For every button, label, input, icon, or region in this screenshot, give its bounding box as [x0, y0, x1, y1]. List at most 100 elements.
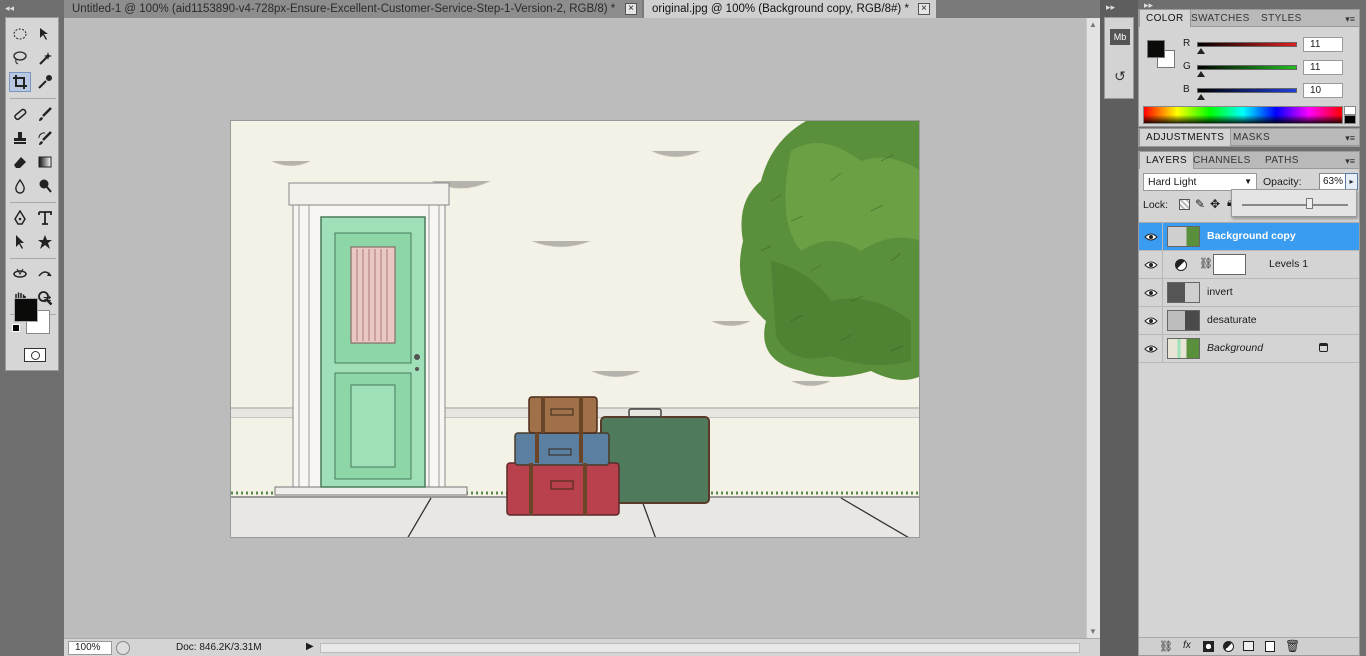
tab-color[interactable]: COLOR	[1139, 10, 1191, 27]
tab-styles[interactable]: STYLES	[1255, 10, 1308, 27]
red-channel-slider[interactable]	[1197, 42, 1297, 47]
layer-desaturate[interactable]: desaturate	[1139, 307, 1359, 335]
close-tab-original-jpg-icon[interactable]: ×	[918, 3, 930, 15]
tab-channels[interactable]: CHANNELS	[1187, 152, 1257, 169]
opacity-slider-thumb[interactable]	[1306, 198, 1313, 209]
color-panel-menu-icon[interactable]: ▾≡	[1345, 14, 1355, 25]
red-value-field[interactable]: 11	[1303, 37, 1343, 52]
layer-background[interactable]: Background	[1139, 335, 1359, 363]
eyedropper-tool-icon[interactable]	[34, 72, 56, 92]
red-channel-label: R	[1183, 38, 1191, 49]
tab-original-jpg[interactable]: original.jpg @ 100% (Background copy, RG…	[644, 0, 936, 18]
marquee-tool-icon[interactable]	[9, 24, 31, 44]
history-brush-tool-icon[interactable]	[34, 128, 56, 148]
tab-swatches[interactable]: SWATCHES	[1185, 10, 1256, 27]
add-layer-mask-icon[interactable]	[1203, 641, 1214, 652]
dodge-tool-icon[interactable]	[34, 176, 56, 196]
layer-thumbnail[interactable]	[1167, 310, 1200, 331]
lock-position-icon[interactable]: ✥	[1210, 197, 1220, 211]
color-spectrum-ramp[interactable]	[1143, 106, 1343, 124]
path-selection-tool-icon[interactable]	[9, 232, 31, 252]
layer-invert[interactable]: invert	[1139, 279, 1359, 307]
clone-stamp-tool-icon[interactable]	[9, 128, 31, 148]
scroll-down-icon[interactable]: ▼	[1089, 627, 1097, 636]
vertical-scrollbar[interactable]: ▲ ▼	[1086, 18, 1100, 638]
color-panel-foreground-swatch[interactable]	[1147, 40, 1165, 58]
lasso-tool-icon[interactable]	[9, 48, 31, 68]
blue-channel-slider[interactable]	[1197, 88, 1297, 93]
mini-bridge-icon[interactable]: Mb	[1110, 29, 1130, 45]
link-layers-icon[interactable]: ⛓︎	[1159, 640, 1173, 653]
layer-thumbnail[interactable]	[1167, 226, 1200, 247]
lock-image-pixels-icon[interactable]: ✎	[1195, 197, 1205, 211]
layer-name[interactable]: Background	[1207, 342, 1263, 354]
type-tool-icon[interactable]	[34, 208, 56, 228]
horizontal-scrollbar[interactable]	[320, 643, 1080, 653]
default-colors-icon[interactable]	[12, 324, 20, 332]
blue-slider-thumb[interactable]	[1197, 94, 1205, 100]
3d-rotate-tool-icon[interactable]	[9, 264, 31, 284]
visibility-eye-icon[interactable]	[1139, 335, 1163, 362]
dock-collapse-icon[interactable]: ▸▸	[1106, 2, 1115, 13]
tab-adjustments[interactable]: ADJUSTMENTS	[1139, 129, 1232, 146]
pen-tool-icon[interactable]	[9, 208, 31, 228]
move-tool-icon[interactable]	[34, 24, 56, 44]
layer-style-icon[interactable]: fx	[1183, 640, 1191, 651]
tools-panel-container: ◂◂ ⇄	[0, 0, 64, 656]
adjustments-panel-menu-icon[interactable]: ▾≡	[1345, 133, 1355, 144]
tab-paths[interactable]: PATHS	[1259, 152, 1305, 169]
visibility-eye-icon[interactable]	[1139, 307, 1163, 334]
history-panel-icon[interactable]: ↺	[1110, 68, 1130, 86]
visibility-eye-icon[interactable]	[1139, 223, 1163, 250]
opacity-slider-track[interactable]	[1242, 204, 1348, 206]
green-slider-thumb[interactable]	[1197, 71, 1205, 77]
zoom-preset-icon[interactable]	[116, 641, 130, 655]
green-channel-slider[interactable]	[1197, 65, 1297, 70]
new-group-icon[interactable]	[1243, 641, 1254, 651]
mask-link-icon[interactable]: ⛓︎	[1199, 257, 1213, 270]
gradient-tool-icon[interactable]	[34, 152, 56, 172]
new-layer-icon[interactable]	[1265, 641, 1275, 652]
brush-tool-icon[interactable]	[34, 104, 56, 124]
swap-colors-icon[interactable]: ⇄	[43, 294, 51, 305]
tab-masks[interactable]: MASKS	[1227, 129, 1276, 146]
foreground-color-swatch-front[interactable]	[14, 298, 38, 322]
layer-background-copy[interactable]: Background copy	[1139, 223, 1359, 251]
toolbar-grip[interactable]: ◂◂	[5, 2, 59, 14]
magic-wand-tool-icon[interactable]	[34, 48, 56, 68]
3d-orbit-tool-icon[interactable]	[34, 264, 56, 284]
spectrum-black-swatch[interactable]	[1344, 115, 1356, 124]
close-tab-untitled-1-icon[interactable]: ×	[625, 3, 637, 15]
layers-panel-menu-icon[interactable]: ▾≡	[1345, 156, 1355, 167]
layer-thumbnail[interactable]	[1167, 282, 1200, 303]
new-adjustment-layer-icon[interactable]	[1223, 641, 1234, 652]
lock-transparent-pixels-icon[interactable]	[1179, 199, 1190, 210]
tab-original-jpg-label: original.jpg @ 100% (Background copy, RG…	[652, 3, 909, 15]
layer-name[interactable]: invert	[1207, 286, 1233, 298]
opacity-popup-arrow-icon[interactable]: ▸	[1345, 173, 1358, 190]
quick-mask-icon[interactable]	[24, 348, 46, 362]
visibility-eye-icon[interactable]	[1139, 279, 1163, 306]
visibility-eye-icon[interactable]	[1139, 251, 1163, 278]
crop-tool-icon[interactable]	[9, 72, 31, 92]
blue-value-field[interactable]: 10	[1303, 83, 1343, 98]
layer-name[interactable]: Levels 1	[1269, 258, 1308, 270]
layer-thumbnail[interactable]	[1167, 338, 1200, 359]
delete-layer-icon[interactable]: 🗑︎	[1285, 639, 1300, 653]
custom-shape-tool-icon[interactable]	[34, 232, 56, 252]
layer-levels-1[interactable]: ⛓︎ Levels 1	[1139, 251, 1359, 279]
tab-layers[interactable]: LAYERS	[1139, 152, 1195, 169]
healing-brush-tool-icon[interactable]	[9, 104, 31, 124]
red-slider-thumb[interactable]	[1197, 48, 1205, 54]
eraser-tool-icon[interactable]	[9, 152, 31, 172]
spectrum-white-swatch[interactable]	[1344, 106, 1356, 115]
green-value-field[interactable]: 11	[1303, 60, 1343, 75]
zoom-level-field[interactable]: 100%	[68, 641, 112, 655]
blur-tool-icon[interactable]	[9, 176, 31, 196]
status-menu-arrow-icon[interactable]: ▶	[306, 641, 314, 652]
layer-name[interactable]: Background copy	[1207, 230, 1296, 242]
tab-untitled-1[interactable]: Untitled-1 @ 100% (aid1153890-v4-728px-E…	[64, 0, 642, 18]
layer-name[interactable]: desaturate	[1207, 314, 1257, 326]
scroll-up-icon[interactable]: ▲	[1089, 20, 1097, 29]
layer-mask-thumbnail[interactable]	[1213, 254, 1246, 275]
